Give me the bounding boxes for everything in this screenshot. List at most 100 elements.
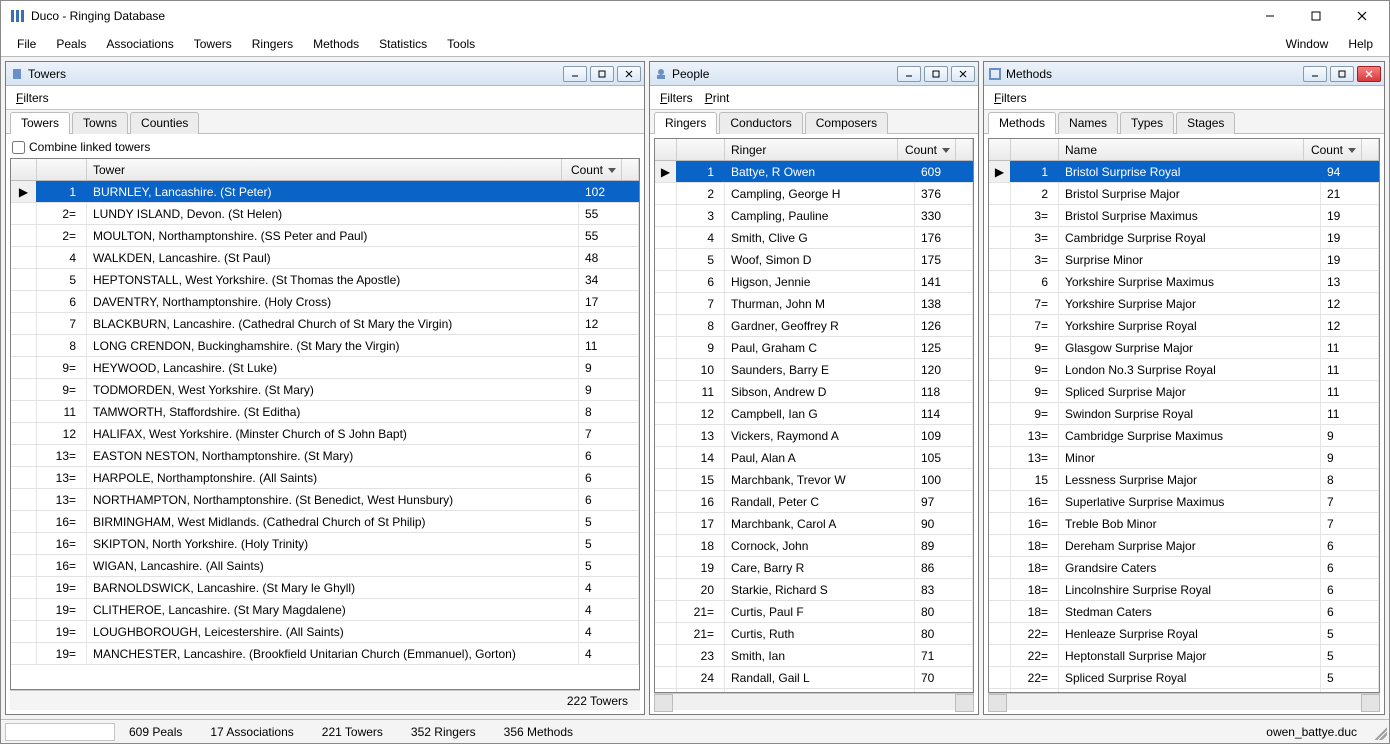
methods-row[interactable]: 13=Cambridge Surprise Maximus9 (989, 425, 1379, 447)
people-rows[interactable]: ▶1Battye, R Owen6092Campling, George H37… (655, 161, 973, 692)
towers-row[interactable]: 8LONG CRENDON, Buckinghamshire. (St Mary… (11, 335, 639, 357)
methods-tab-methods[interactable]: Methods (988, 112, 1056, 134)
towers-tab-towns[interactable]: Towns (72, 112, 128, 134)
methods-titlebar[interactable]: Methods (984, 62, 1384, 86)
towers-row[interactable]: 19=CLITHEROE, Lancashire. (St Mary Magda… (11, 599, 639, 621)
menu-peals[interactable]: Peals (46, 34, 96, 54)
towers-row[interactable]: 7BLACKBURN, Lancashire. (Cathedral Churc… (11, 313, 639, 335)
people-indicator-header[interactable] (655, 139, 677, 160)
people-row[interactable]: 14Paul, Alan A105 (655, 447, 973, 469)
towers-tab-towers[interactable]: Towers (10, 112, 70, 134)
people-row[interactable]: 7Thurman, John M138 (655, 293, 973, 315)
methods-row[interactable]: 7=Yorkshire Surprise Major12 (989, 293, 1379, 315)
methods-tab-types[interactable]: Types (1120, 112, 1174, 134)
people-tab-ringers[interactable]: Ringers (654, 112, 717, 134)
methods-row[interactable]: 16=Superlative Surprise Maximus7 (989, 491, 1379, 513)
people-row[interactable]: 13Vickers, Raymond A109 (655, 425, 973, 447)
methods-indicator-header[interactable] (989, 139, 1011, 160)
methods-row[interactable]: 6Yorkshire Surprise Maximus13 (989, 271, 1379, 293)
methods-tab-names[interactable]: Names (1058, 112, 1118, 134)
methods-row[interactable]: 3=Bristol Surprise Maximus19 (989, 205, 1379, 227)
people-row[interactable]: 17Marchbank, Carol A90 (655, 513, 973, 535)
people-row[interactable]: 5Woof, Simon D175 (655, 249, 973, 271)
methods-row[interactable]: ▶1Bristol Surprise Royal94 (989, 161, 1379, 183)
people-row[interactable]: 20Starkie, Richard S83 (655, 579, 973, 601)
methods-row[interactable]: 22=Heptonstall Surprise Major5 (989, 645, 1379, 667)
towers-row[interactable]: 2=MOULTON, Northamptonshire. (SS Peter a… (11, 225, 639, 247)
people-row[interactable]: 3Campling, Pauline330 (655, 205, 973, 227)
methods-minimize-button[interactable] (1303, 66, 1327, 82)
close-button[interactable] (1339, 1, 1385, 31)
people-row[interactable]: 11Sibson, Andrew D118 (655, 381, 973, 403)
methods-row[interactable]: 9=Swindon Surprise Royal11 (989, 403, 1379, 425)
menu-tools[interactable]: Tools (437, 34, 485, 54)
towers-row[interactable]: 4WALKDEN, Lancashire. (St Paul)48 (11, 247, 639, 269)
methods-hscroll[interactable] (988, 693, 1380, 710)
menu-towers[interactable]: Towers (184, 34, 242, 54)
methods-rank-header[interactable] (1011, 139, 1059, 160)
people-row[interactable]: 21=Curtis, Paul F80 (655, 601, 973, 623)
towers-indicator-header[interactable] (11, 159, 37, 180)
towers-row[interactable]: 5HEPTONSTALL, West Yorkshire. (St Thomas… (11, 269, 639, 291)
towers-close-button[interactable] (617, 66, 641, 82)
methods-row[interactable]: 9=Glasgow Surprise Major11 (989, 337, 1379, 359)
methods-row[interactable]: 9=Spliced Surprise Major11 (989, 381, 1379, 403)
towers-row[interactable]: 9=HEYWOOD, Lancashire. (St Luke)9 (11, 357, 639, 379)
towers-titlebar[interactable]: Towers (6, 62, 644, 86)
people-row[interactable]: 12Campbell, Ian G114 (655, 403, 973, 425)
people-tab-conductors[interactable]: Conductors (719, 112, 802, 134)
methods-row[interactable]: 18=Grandsire Caters6 (989, 557, 1379, 579)
menu-associations[interactable]: Associations (96, 34, 183, 54)
people-count-header[interactable]: Count (898, 139, 956, 160)
maximize-button[interactable] (1293, 1, 1339, 31)
methods-row[interactable]: 15Lessness Surprise Major8 (989, 469, 1379, 491)
people-row[interactable]: 25Trebble, Alan M69 (655, 689, 973, 692)
towers-row[interactable]: ▶1BURNLEY, Lancashire. (St Peter)102 (11, 181, 639, 203)
people-row[interactable]: 16Randall, Peter C97 (655, 491, 973, 513)
methods-row[interactable]: 3=Surprise Minor19 (989, 249, 1379, 271)
people-minimize-button[interactable] (897, 66, 921, 82)
people-menu-print[interactable]: Print (699, 89, 736, 107)
methods-rows[interactable]: ▶1Bristol Surprise Royal942Bristol Surpr… (989, 161, 1379, 692)
methods-menu-filters[interactable]: Filters (988, 89, 1033, 107)
towers-rows[interactable]: ▶1BURNLEY, Lancashire. (St Peter)1022=LU… (11, 181, 639, 689)
menu-methods[interactable]: Methods (303, 34, 369, 54)
towers-row[interactable]: 16=SKIPTON, North Yorkshire. (Holy Trini… (11, 533, 639, 555)
methods-row[interactable]: 22=Spliced Surprise Royal5 (989, 667, 1379, 689)
methods-row[interactable]: 2Bristol Surprise Major21 (989, 183, 1379, 205)
people-titlebar[interactable]: People (650, 62, 978, 86)
minimize-button[interactable] (1247, 1, 1293, 31)
towers-count-header[interactable]: Count (562, 159, 622, 180)
people-menu-filters[interactable]: Filters (654, 89, 699, 107)
methods-row[interactable]: 18=Stedman Caters6 (989, 601, 1379, 623)
menu-statistics[interactable]: Statistics (369, 34, 437, 54)
people-maximize-button[interactable] (924, 66, 948, 82)
methods-row[interactable]: 9=London No.3 Surprise Royal11 (989, 359, 1379, 381)
methods-tab-stages[interactable]: Stages (1176, 112, 1235, 134)
methods-count-header[interactable]: Count (1304, 139, 1362, 160)
towers-row[interactable]: 9=TODMORDEN, West Yorkshire. (St Mary)9 (11, 379, 639, 401)
towers-row[interactable]: 13=HARPOLE, Northamptonshire. (All Saint… (11, 467, 639, 489)
towers-maximize-button[interactable] (590, 66, 614, 82)
people-row[interactable]: ▶1Battye, R Owen609 (655, 161, 973, 183)
combine-linked-input[interactable] (12, 141, 25, 154)
towers-row[interactable]: 11TAMWORTH, Staffordshire. (St Editha)8 (11, 401, 639, 423)
menu-help[interactable]: Help (1338, 34, 1383, 54)
towers-row[interactable]: 16=WIGAN, Lancashire. (All Saints)5 (11, 555, 639, 577)
towers-row[interactable]: 19=LOUGHBOROUGH, Leicestershire. (All Sa… (11, 621, 639, 643)
methods-close-button[interactable] (1357, 66, 1381, 82)
towers-menu-filters[interactable]: Filters (10, 89, 55, 107)
people-row[interactable]: 24Randall, Gail L70 (655, 667, 973, 689)
people-close-button[interactable] (951, 66, 975, 82)
people-row[interactable]: 2Campling, George H376 (655, 183, 973, 205)
people-row[interactable]: 23Smith, Ian71 (655, 645, 973, 667)
people-row[interactable]: 6Higson, Jennie141 (655, 271, 973, 293)
people-tab-composers[interactable]: Composers (805, 112, 888, 134)
people-row[interactable]: 10Saunders, Barry E120 (655, 359, 973, 381)
people-row[interactable]: 15Marchbank, Trevor W100 (655, 469, 973, 491)
methods-row[interactable]: 18=Dereham Surprise Major6 (989, 535, 1379, 557)
people-row[interactable]: 4Smith, Clive G176 (655, 227, 973, 249)
people-row[interactable]: 9Paul, Graham C125 (655, 337, 973, 359)
people-hscroll[interactable] (654, 693, 974, 710)
towers-minimize-button[interactable] (563, 66, 587, 82)
